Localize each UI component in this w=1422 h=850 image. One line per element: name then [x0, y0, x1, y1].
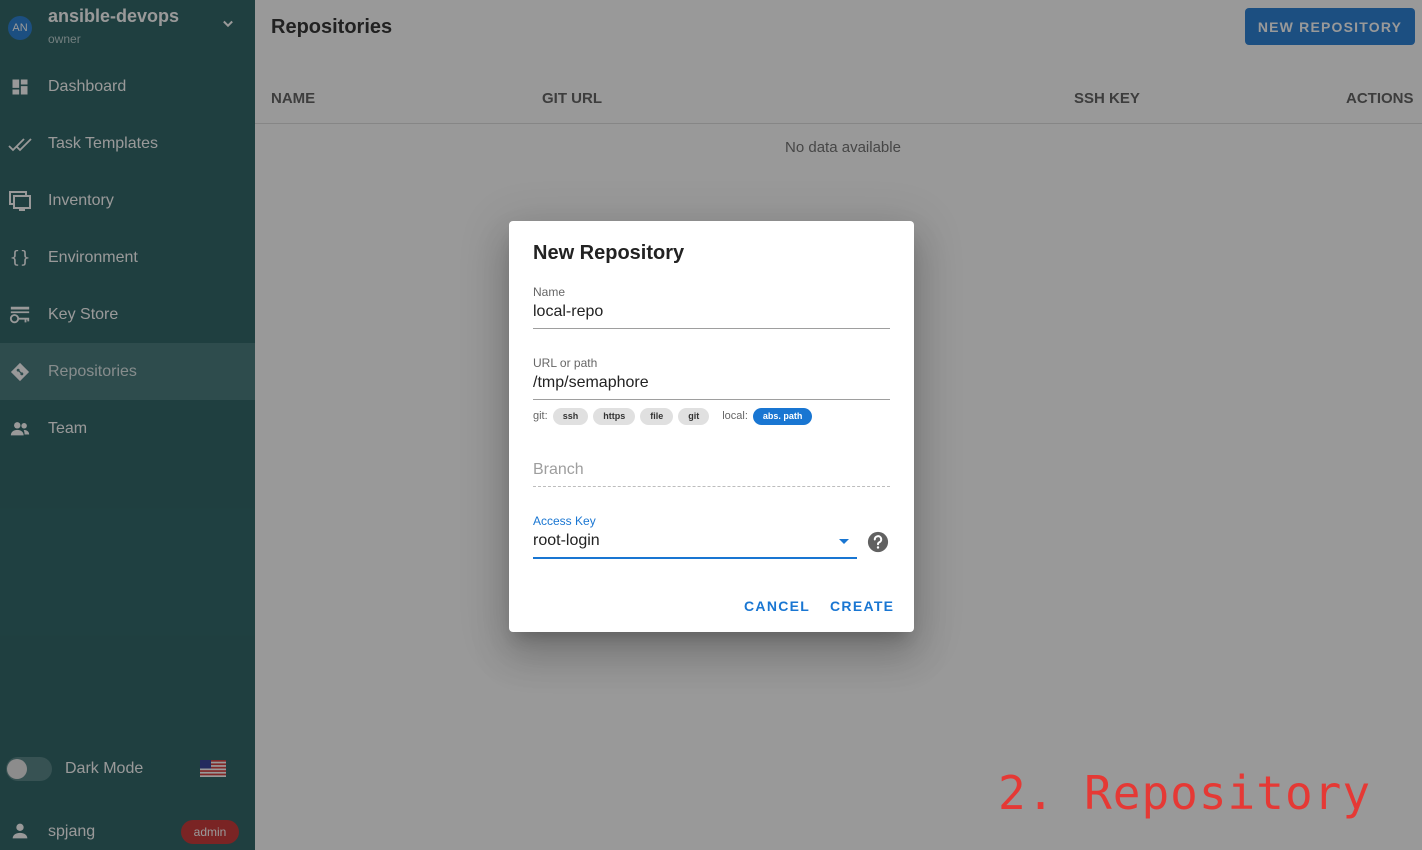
create-button[interactable]: CREATE: [830, 598, 894, 614]
cancel-button[interactable]: CANCEL: [744, 598, 810, 614]
step-caption: 2. Repository: [998, 766, 1372, 820]
access-key-underline: [533, 557, 857, 559]
chip-abs-path[interactable]: abs. path: [752, 407, 813, 425]
url-type-chips: git: ssh https file git local: abs. path: [533, 407, 817, 425]
access-key-label: Access Key: [533, 514, 596, 528]
local-prefix-label: local:: [722, 410, 748, 422]
name-field[interactable]: local-repo: [533, 303, 603, 321]
new-repository-dialog: New Repository Name local-repo URL or pa…: [509, 221, 914, 632]
access-key-select[interactable]: root-login: [533, 532, 600, 550]
branch-field[interactable]: Branch: [533, 461, 584, 479]
name-field-label: Name: [533, 285, 566, 299]
url-field-underline: [533, 399, 890, 400]
chip-git[interactable]: git: [678, 407, 710, 425]
name-field-underline: [533, 328, 890, 329]
chip-https[interactable]: https: [593, 407, 636, 425]
dropdown-caret-icon[interactable]: [838, 538, 850, 546]
dialog-title: New Repository: [533, 242, 685, 264]
chip-ssh[interactable]: ssh: [552, 407, 589, 425]
url-field[interactable]: /tmp/semaphore: [533, 374, 649, 392]
url-field-label: URL or path: [533, 356, 598, 370]
branch-field-underline: [533, 486, 890, 487]
help-icon[interactable]: [867, 531, 889, 553]
chip-file[interactable]: file: [640, 407, 674, 425]
git-prefix-label: git:: [533, 410, 548, 422]
